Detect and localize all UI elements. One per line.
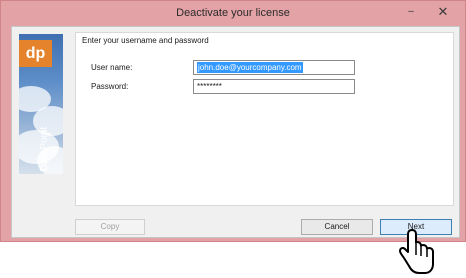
password-field[interactable]: ******** bbox=[193, 79, 355, 94]
password-label: Password: bbox=[91, 82, 129, 91]
dialog-client-area: dp DataPoint Enter your username and pas… bbox=[11, 26, 460, 238]
dialog-window: Deactivate your license – ✕ dp DataPoint… bbox=[0, 0, 466, 242]
brand-name: DataPoint bbox=[38, 119, 52, 174]
hand-pointer-icon bbox=[399, 229, 434, 274]
window-title: Deactivate your license bbox=[176, 7, 290, 19]
brand-name-bold: Data bbox=[39, 149, 50, 172]
close-button[interactable]: ✕ bbox=[432, 5, 454, 19]
username-value: john.doe@yourcompany.com bbox=[197, 62, 303, 73]
brand-banner: dp DataPoint bbox=[19, 34, 63, 174]
brand-name-regular: Point bbox=[39, 126, 50, 150]
form-heading: Enter your username and password bbox=[82, 36, 209, 45]
copy-button[interactable]: Copy bbox=[75, 219, 145, 235]
cancel-button[interactable]: Cancel bbox=[301, 219, 373, 235]
logo: dp bbox=[19, 40, 52, 67]
credentials-panel: Enter your username and password User na… bbox=[75, 32, 454, 206]
username-label: User name: bbox=[91, 63, 133, 72]
username-field[interactable]: john.doe@yourcompany.com bbox=[193, 60, 355, 75]
minimize-button[interactable]: – bbox=[403, 5, 419, 19]
